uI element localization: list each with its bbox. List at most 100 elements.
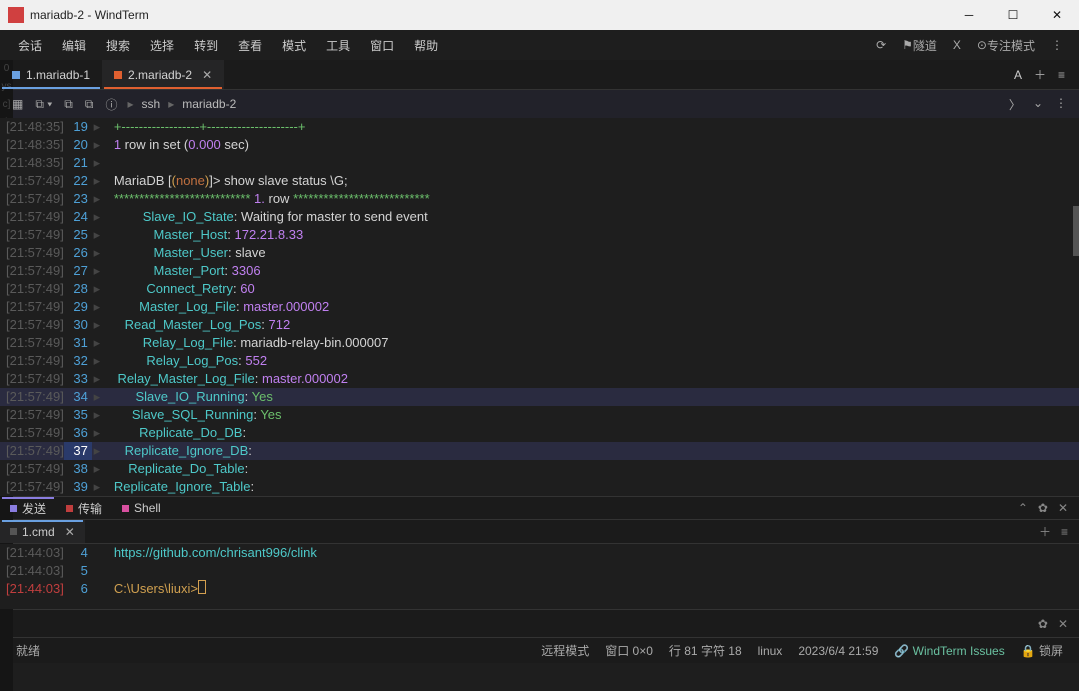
status-os[interactable]: linux: [750, 644, 791, 658]
terminal-line: [21:57:49]29▸ Master_Log_File: master.00…: [0, 298, 1079, 316]
scrollbar-thumb[interactable]: [1073, 206, 1079, 256]
terminal-line: [21:57:49]34▸ Slave_IO_Running: Yes: [0, 388, 1079, 406]
status-datetime: 2023/6/4 21:59: [790, 644, 886, 658]
terminal-line: [21:48:35]19▸+------------------+-------…: [0, 118, 1079, 136]
close-button[interactable]: ✕: [1035, 0, 1079, 30]
x-button[interactable]: X: [945, 38, 969, 52]
breadcrumb-host[interactable]: mariadb-2: [178, 97, 240, 111]
more-icon[interactable]: ⋮: [1043, 38, 1071, 52]
bottom-panel-tabs: 发送 传输 Shell ⌃ ✿ ✕: [0, 496, 1079, 520]
terminal-line: [21:57:49]26▸ Master_User: slave: [0, 244, 1079, 262]
kebab-icon[interactable]: ⋮: [1049, 96, 1073, 113]
tabs-menu-icon[interactable]: ≡: [1052, 68, 1071, 82]
app-logo-icon: [8, 7, 24, 23]
status-cursor[interactable]: 行 81 字符 18: [661, 642, 750, 659]
terminal-shell[interactable]: [21:44:03]4 https://github.com/chrisant9…: [0, 544, 1079, 609]
menu-mode[interactable]: 模式: [272, 37, 316, 54]
terminal-main[interactable]: [21:48:35]19▸+------------------+-------…: [0, 118, 1079, 496]
panel-collapse-icon[interactable]: ⌃: [1013, 501, 1033, 515]
menu-view[interactable]: 查看: [228, 37, 272, 54]
tab-label: 1.mariadb-1: [26, 68, 90, 82]
menu-session[interactable]: 会话: [8, 37, 52, 54]
square-icon: [122, 505, 129, 512]
menubar: 会话 编辑 搜索 选择 转到 查看 模式 工具 窗口 帮助 ⟳ ⚑ 隧道 X ⊙…: [0, 30, 1079, 60]
square-icon: [66, 505, 73, 512]
breadcrumb-ssh[interactable]: ssh: [138, 97, 165, 111]
tab-underline: [104, 87, 222, 89]
terminal-line: [21:57:49]28▸ Connect_Retry: 60: [0, 280, 1079, 298]
panel-gear-icon[interactable]: ✿: [1033, 501, 1053, 515]
tab-label: 2.mariadb-2: [128, 68, 192, 82]
status-remote[interactable]: 远程模式: [533, 642, 597, 659]
menu-select[interactable]: 选择: [140, 37, 184, 54]
tab-underline: [2, 87, 100, 89]
tab-indicator-icon: [12, 71, 20, 79]
menu-edit[interactable]: 编辑: [52, 37, 96, 54]
terminal-line: [21:57:49]31▸ Relay_Log_File: mariadb-re…: [0, 334, 1079, 352]
maximize-button[interactable]: ☐: [991, 0, 1035, 30]
tab-mariadb-2[interactable]: 2.mariadb-2 ✕: [102, 60, 224, 89]
minimize-button[interactable]: ─: [947, 0, 991, 30]
subtab-add-icon[interactable]: ＋: [1034, 523, 1056, 540]
shell-line: [21:44:03]5: [0, 562, 1079, 580]
status-lock[interactable]: 🔒 锁屏: [1013, 642, 1071, 659]
font-size-icon[interactable]: A: [1008, 68, 1028, 82]
terminal-line: [21:57:49]37▸ Replicate_Ignore_DB:: [0, 442, 1079, 460]
menu-goto[interactable]: 转到: [184, 37, 228, 54]
panel-close-icon[interactable]: ✕: [1053, 501, 1073, 515]
chevron-down-icon[interactable]: ⌄: [1027, 96, 1049, 113]
newtab3-icon[interactable]: ⧉: [79, 97, 100, 112]
newtab1-icon[interactable]: ⧉ ▾: [29, 97, 58, 112]
terminal-line: [21:57:49]27▸ Master_Port: 3306: [0, 262, 1079, 280]
terminal-line: [21:48:35]21▸: [0, 154, 1079, 172]
status-ready: 就绪: [8, 642, 48, 659]
tab-indicator-icon: [114, 71, 122, 79]
terminal-line: [21:57:49]38▸ Replicate_Do_Table:: [0, 460, 1079, 478]
status-window[interactable]: 窗口 0×0: [597, 642, 661, 659]
terminal-line: [21:48:35]20▸1 row in set (0.000 sec): [0, 136, 1079, 154]
tab-mariadb-1[interactable]: 1.mariadb-1: [0, 60, 102, 89]
status-issues[interactable]: 🔗 WindTerm Issues: [886, 644, 1012, 658]
menu-help[interactable]: 帮助: [404, 37, 448, 54]
panel-tab-transfer[interactable]: 传输: [56, 497, 112, 519]
statusbar: 就绪 远程模式 窗口 0×0 行 81 字符 18 linux 2023/6/4…: [0, 637, 1079, 663]
terminal-line: [21:57:49]25▸ Master_Host: 172.21.8.33: [0, 226, 1079, 244]
cmd-icon: [10, 528, 17, 535]
subtab-menu-icon[interactable]: ≡: [1056, 525, 1073, 539]
shell-line: [21:44:03]6 C:\Users\liuxi>: [0, 580, 1079, 598]
menu-window[interactable]: 窗口: [360, 37, 404, 54]
terminal-line: [21:57:49]23▸***************************…: [0, 190, 1079, 208]
terminal-line: [21:57:49]24▸ Slave_IO_State: Waiting fo…: [0, 208, 1079, 226]
terminal-line: [21:57:49]32▸ Relay_Log_Pos: 552: [0, 352, 1079, 370]
terminal-line: [21:57:49]22▸MariaDB [(none)]> show slav…: [0, 172, 1079, 190]
terminal-line: [21:57:49]39▸Replicate_Ignore_Table:: [0, 478, 1079, 496]
panel-tab-shell[interactable]: Shell: [112, 497, 171, 519]
sync-icon[interactable]: ⟳: [868, 38, 894, 52]
subtab-close-icon[interactable]: ✕: [65, 525, 75, 539]
tunnel-button[interactable]: ⚑ 隧道: [894, 37, 945, 54]
chevron-right-icon: ▸: [123, 97, 137, 111]
shell-line: [21:44:03]4 https://github.com/chrisant9…: [0, 544, 1079, 562]
newtab2-icon[interactable]: ⧉: [58, 97, 79, 112]
terminal-line: [21:57:49]36▸ Replicate_Do_DB:: [0, 424, 1079, 442]
info-icon[interactable]: ⓘ: [99, 96, 123, 113]
panel2-gear-icon[interactable]: ✿: [1033, 617, 1053, 631]
focus-mode-button[interactable]: ⊙ 专注模式: [969, 37, 1043, 54]
chevron-right-icon: ▸: [164, 97, 178, 111]
square-icon: [10, 505, 17, 512]
cursor: [198, 580, 206, 594]
add-tab-icon[interactable]: ＋: [1028, 66, 1052, 83]
menu-tools[interactable]: 工具: [316, 37, 360, 54]
panel2-close-icon[interactable]: ✕: [1053, 617, 1073, 631]
nav-next-icon[interactable]: 〉: [1003, 96, 1027, 113]
session-tabs: 1.mariadb-1 2.mariadb-2 ✕ A ＋ ≡: [0, 60, 1079, 90]
window-title: mariadb-2 - WindTerm: [30, 8, 947, 22]
titlebar: mariadb-2 - WindTerm ─ ☐ ✕: [0, 0, 1079, 30]
breadcrumb-toolbar: ▦ ⧉ ▾ ⧉ ⧉ ⓘ ▸ ssh ▸ mariadb-2 〉 ⌄ ⋮: [0, 90, 1079, 118]
tab-close-icon[interactable]: ✕: [202, 68, 212, 82]
subtab-cmd[interactable]: 1.cmd ✕: [0, 520, 85, 543]
shell-subtabs: 1.cmd ✕ ＋ ≡: [0, 520, 1079, 544]
terminal-line: [21:57:49]30▸ Read_Master_Log_Pos: 712: [0, 316, 1079, 334]
menu-search[interactable]: 搜索: [96, 37, 140, 54]
panel-tab-send[interactable]: 发送: [0, 497, 56, 519]
